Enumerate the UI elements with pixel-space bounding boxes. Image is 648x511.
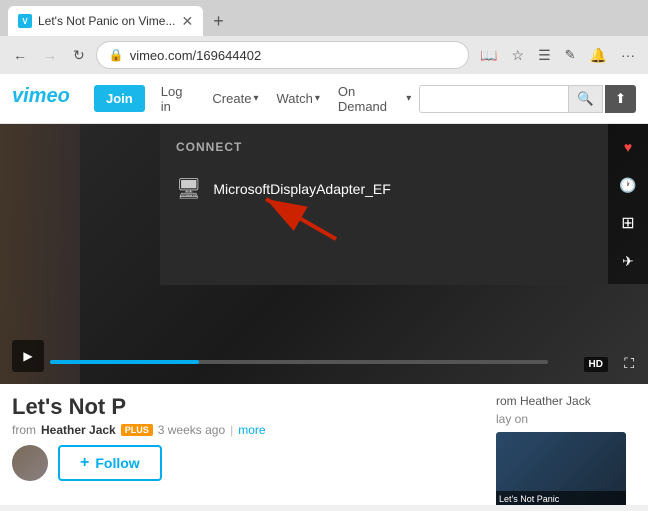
plus-badge: PLUS bbox=[121, 424, 153, 436]
follow-plus-icon: + bbox=[80, 454, 89, 472]
lock-icon: 🔒 bbox=[109, 48, 124, 62]
tab-bar: V Let's Not Panic on Vime... ✕ + bbox=[0, 0, 648, 36]
video-right-icons: ♥ 🕐 ⊞ ✈ bbox=[608, 124, 648, 284]
create-chevron: ▾ bbox=[253, 93, 258, 104]
progress-fill bbox=[50, 360, 199, 364]
browser-nav-icons: 📖 ☆ ☰ ✎ 🔔 ··· bbox=[475, 44, 640, 67]
new-tab-button[interactable]: + bbox=[207, 11, 230, 32]
below-video-section: Let's Not P from Heather Jack PLUS 3 wee… bbox=[0, 384, 648, 505]
video-meta: from Heather Jack PLUS 3 weeks ago | mor… bbox=[12, 423, 484, 437]
like-button[interactable]: ♥ bbox=[613, 132, 643, 162]
tab-favicon: V bbox=[18, 14, 32, 28]
author-name: Heather Jack bbox=[41, 423, 116, 437]
reader-icon[interactable]: 📖 bbox=[475, 44, 502, 67]
time-ago: 3 weeks ago bbox=[158, 423, 225, 437]
avatar-image bbox=[12, 445, 48, 481]
arrow-area bbox=[176, 209, 592, 269]
collections-button[interactable]: ⊞ bbox=[613, 208, 643, 238]
page-content: vimeo Join Log in Create ▾ Watch ▾ On De… bbox=[0, 74, 648, 505]
upload-button[interactable]: ⬆ bbox=[605, 85, 636, 113]
video-info-section: Let's Not P from Heather Jack PLUS 3 wee… bbox=[12, 394, 484, 505]
tab-title: Let's Not Panic on Vime... bbox=[38, 14, 175, 28]
watch-menu[interactable]: Watch ▾ bbox=[268, 86, 327, 111]
follow-button[interactable]: + Follow bbox=[58, 445, 162, 481]
sidebar-thumbnail[interactable]: Let's Not Panic bbox=[496, 432, 626, 505]
share-button[interactable]: ✈ bbox=[613, 246, 643, 276]
create-menu[interactable]: Create ▾ bbox=[204, 86, 266, 111]
login-link[interactable]: Log in bbox=[153, 79, 203, 119]
author-section: + Follow bbox=[12, 445, 484, 481]
forward-button[interactable]: → bbox=[38, 44, 62, 66]
monitor-icon: 🖥 bbox=[176, 176, 201, 201]
play-button[interactable]: ▶ bbox=[12, 340, 44, 372]
sidebar-thumb-overlay: Let's Not Panic bbox=[496, 491, 626, 505]
from-label: from bbox=[12, 423, 36, 437]
browser-chrome: V Let's Not Panic on Vime... ✕ + ← → ↻ 🔒… bbox=[0, 0, 648, 74]
more-link[interactable]: more bbox=[238, 423, 265, 437]
bookmark-icon[interactable]: ☆ bbox=[507, 44, 530, 67]
sidebar-play-on: lay on bbox=[496, 412, 636, 426]
progress-bar[interactable] bbox=[50, 360, 548, 364]
join-button[interactable]: Join bbox=[94, 85, 145, 112]
navigation-bar: ← → ↻ 🔒 vimeo.com/169644402 📖 ☆ ☰ ✎ 🔔 ··… bbox=[0, 36, 648, 74]
follow-label: Follow bbox=[95, 455, 139, 471]
edit-icon[interactable]: ✎ bbox=[560, 44, 581, 66]
address-bar[interactable]: 🔒 vimeo.com/169644402 bbox=[96, 41, 469, 69]
sidebar-from-label: rom Heather Jack bbox=[496, 394, 636, 408]
search-input[interactable] bbox=[419, 85, 569, 113]
watch-later-button[interactable]: 🕐 bbox=[613, 170, 643, 200]
vimeo-header: vimeo Join Log in Create ▾ Watch ▾ On De… bbox=[0, 74, 648, 124]
back-button[interactable]: ← bbox=[8, 44, 32, 66]
connect-title: CONNECT bbox=[176, 140, 592, 154]
watch-chevron: ▾ bbox=[315, 93, 320, 104]
hd-badge: HD bbox=[584, 357, 608, 372]
connect-dropdown: CONNECT 🖥 MicrosoftDisplayAdapter_EF bbox=[160, 124, 608, 285]
on-demand-chevron: ▾ bbox=[406, 93, 411, 104]
red-arrow-icon bbox=[256, 189, 376, 249]
refresh-button[interactable]: ↻ bbox=[68, 44, 90, 67]
fullscreen-button[interactable]: ⛶ bbox=[624, 355, 634, 372]
bell-icon[interactable]: 🔔 bbox=[585, 44, 612, 67]
url-text: vimeo.com/169644402 bbox=[130, 48, 262, 63]
avatar bbox=[12, 445, 48, 481]
on-demand-menu[interactable]: On Demand ▾ bbox=[330, 79, 419, 119]
svg-text:vimeo: vimeo bbox=[12, 85, 70, 106]
right-sidebar: rom Heather Jack lay on Let's Not Panic … bbox=[496, 394, 636, 505]
video-area: CONNECT 🖥 MicrosoftDisplayAdapter_EF ▶ bbox=[0, 124, 648, 384]
video-title: Let's Not P bbox=[12, 394, 484, 420]
active-tab[interactable]: V Let's Not Panic on Vime... ✕ bbox=[8, 6, 203, 36]
tab-close-button[interactable]: ✕ bbox=[181, 13, 193, 30]
header-navigation: Log in Create ▾ Watch ▾ On Demand ▾ bbox=[153, 79, 419, 119]
connect-device-item[interactable]: 🖥 MicrosoftDisplayAdapter_EF bbox=[176, 168, 592, 209]
menu-icon[interactable]: ☰ bbox=[533, 44, 556, 67]
header-search: 🔍 ⬆ bbox=[419, 85, 636, 113]
more-icon[interactable]: ··· bbox=[616, 44, 640, 66]
separator: | bbox=[230, 423, 233, 437]
search-button[interactable]: 🔍 bbox=[569, 85, 603, 113]
vimeo-logo: vimeo bbox=[12, 84, 82, 113]
